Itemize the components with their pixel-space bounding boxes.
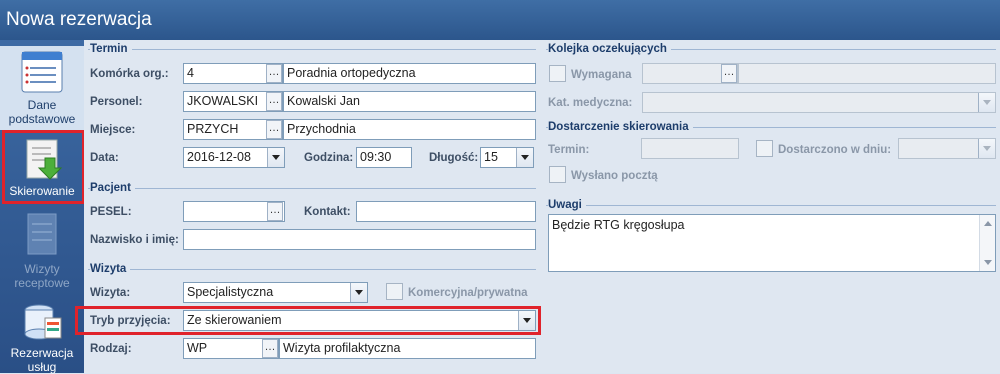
kontakt-field[interactable]	[356, 201, 536, 222]
sidebar-item-rezerwacja-uslug[interactable]: Rezerwacja usług	[0, 298, 84, 374]
divider	[88, 49, 536, 50]
wymagana-name-field	[738, 63, 996, 84]
komercyjna-label: Komercyjna/prywatna	[408, 287, 528, 299]
divider	[88, 269, 536, 270]
skierowanie-highlight-frame	[2, 130, 85, 204]
dostarczenie-termin-label: Termin:	[548, 144, 590, 156]
group-title-termin: Termin	[90, 43, 132, 55]
divider	[546, 205, 996, 206]
tryb-przyjecia-highlight-frame	[75, 306, 541, 335]
wizyta-dropdown-arrow[interactable]	[350, 283, 367, 302]
scroll-down-icon[interactable]	[984, 260, 992, 265]
nazwisko-label: Nazwisko i imię:	[90, 234, 179, 246]
sidebar-item-dane-podstawowe[interactable]: Dane podstawowe	[0, 46, 84, 130]
scroll-up-icon[interactable]	[984, 221, 992, 226]
kat-medyczna-dropdown-arrow[interactable]	[978, 93, 995, 112]
wizyta-label: Wizyta:	[90, 287, 131, 299]
group-title-kolejka: Kolejka oczekujących	[548, 43, 671, 55]
pesel-browse-button[interactable]: …	[267, 202, 283, 221]
komorka-label: Komórka org.:	[90, 68, 169, 80]
rodzaj-name-field: Wizyta profilaktyczna	[279, 338, 536, 359]
dostarczono-checkbox[interactable]	[756, 140, 773, 157]
services-database-icon	[24, 304, 62, 340]
wyslano-label: Wysłano pocztą	[571, 170, 658, 182]
data-label: Data:	[90, 152, 119, 164]
dostarczono-label: Dostarczono w dniu:	[778, 144, 892, 156]
miejsce-name-field: Przychodnia	[283, 119, 536, 140]
sidebar-item-label: receptowe	[14, 276, 70, 290]
dlugosc-dropdown-arrow[interactable]	[516, 148, 533, 167]
wymagana-checkbox[interactable]	[549, 65, 566, 82]
rodzaj-browse-button[interactable]: …	[262, 339, 278, 358]
personel-name-field: Kowalski Jan	[283, 91, 536, 112]
group-title-pacjent: Pacjent	[90, 182, 135, 194]
sidebar-item-wizyty-receptowe[interactable]: Wizyty receptowe	[0, 210, 84, 290]
miejsce-browse-button[interactable]: …	[266, 120, 282, 139]
sidebar-item-label: Rezerwacja	[10, 346, 74, 360]
wymagana-label: Wymagana	[571, 69, 632, 81]
kat-medyczna-label: Kat. medyczna:	[548, 97, 633, 109]
wyslano-checkbox[interactable]	[549, 166, 566, 183]
group-title-dostarczenie: Dostarczenie skierowania	[548, 121, 693, 133]
godzina-label: Godzina:	[304, 152, 354, 164]
kat-medyczna-select[interactable]	[642, 92, 996, 113]
dostarczono-dropdown-arrow[interactable]	[978, 139, 995, 158]
personel-label: Personel:	[90, 96, 143, 108]
form-icon	[21, 51, 63, 93]
komorka-name-field: Poradnia ortopedyczna	[283, 63, 536, 84]
uwagi-textarea[interactable]: Będzie RTG kręgosłupa	[548, 214, 996, 272]
wymagana-browse-button[interactable]: …	[721, 64, 737, 83]
dostarczenie-termin-field[interactable]	[641, 138, 739, 159]
sidebar-item-label: Wizyty	[24, 262, 60, 276]
rodzaj-label: Rodzaj:	[90, 343, 132, 355]
uwagi-scrollbar[interactable]	[979, 215, 995, 271]
sidebar-item-label: usług	[27, 360, 57, 374]
nazwisko-field[interactable]	[183, 229, 536, 250]
sidebar: Dane podstawowe Skierowanie Wizyty recep…	[0, 40, 84, 374]
personel-browse-button[interactable]: …	[266, 92, 282, 111]
miejsce-label: Miejsce:	[90, 124, 136, 136]
divider	[88, 188, 536, 189]
pesel-label: PESEL:	[90, 206, 132, 218]
data-dropdown-arrow[interactable]	[267, 148, 284, 167]
main-panel: Termin Komórka org.: 4 … Poradnia ortope…	[75, 40, 1000, 373]
dlugosc-label: Długość:	[429, 152, 479, 164]
sidebar-item-label: Dane	[27, 98, 57, 112]
sidebar-item-label: podstawowe	[8, 112, 76, 126]
komercyjna-checkbox[interactable]	[386, 283, 403, 300]
group-title-uwagi: Uwagi	[548, 199, 586, 211]
wizyta-select[interactable]: Specjalistyczna	[183, 282, 368, 303]
kontakt-label: Kontakt:	[304, 206, 351, 218]
window-title: Nowa rezerwacja	[0, 0, 1000, 40]
group-title-wizyta: Wizyta	[90, 263, 131, 275]
prescription-icon	[27, 213, 57, 255]
godzina-field[interactable]: 09:30	[356, 147, 412, 168]
komorka-browse-button[interactable]: …	[266, 64, 282, 83]
